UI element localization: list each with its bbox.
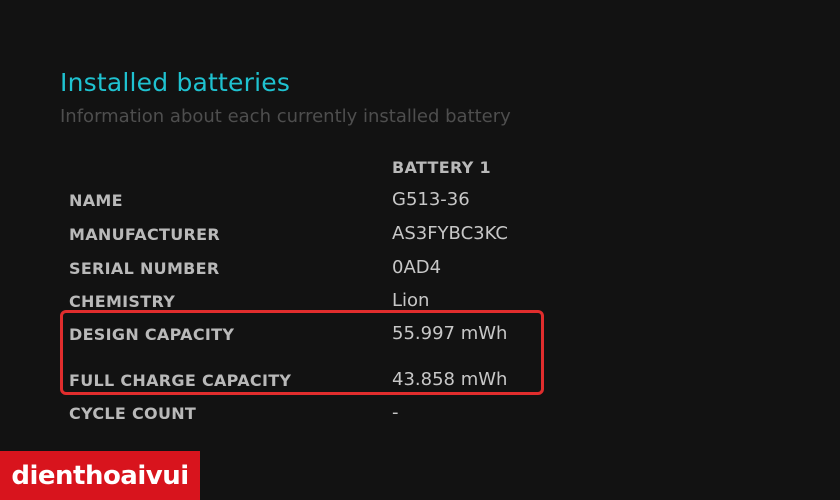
capacity-highlight-box <box>60 310 544 395</box>
row-label: MANUFACTURER <box>69 225 220 244</box>
dienthoaivui-logo: dienthoaivui <box>0 451 200 500</box>
table-row-manufacturer: MANUFACTURER AS3FYBC3KC <box>0 223 840 249</box>
battery-report-page: Installed batteries Information about ea… <box>0 0 840 500</box>
table-row-name: NAME G513-36 <box>0 189 840 215</box>
battery-column-header: BATTERY 1 <box>392 158 491 177</box>
table-row-serial-number: SERIAL NUMBER 0AD4 <box>0 257 840 283</box>
row-value: 0AD4 <box>392 257 442 278</box>
section-title: Installed batteries <box>60 68 291 97</box>
row-label: CHEMISTRY <box>69 292 176 311</box>
row-label: NAME <box>69 191 123 210</box>
row-label: SERIAL NUMBER <box>69 259 220 278</box>
row-value: AS3FYBC3KC <box>392 223 508 244</box>
row-value: - <box>392 402 399 423</box>
row-value: G513-36 <box>392 189 470 210</box>
row-value: Lion <box>392 290 430 311</box>
section-subtitle: Information about each currently install… <box>60 106 511 127</box>
logo-text: dienthoaivui <box>11 460 189 491</box>
table-row-cycle-count: CYCLE COUNT - <box>0 402 840 428</box>
row-label: CYCLE COUNT <box>69 404 197 423</box>
